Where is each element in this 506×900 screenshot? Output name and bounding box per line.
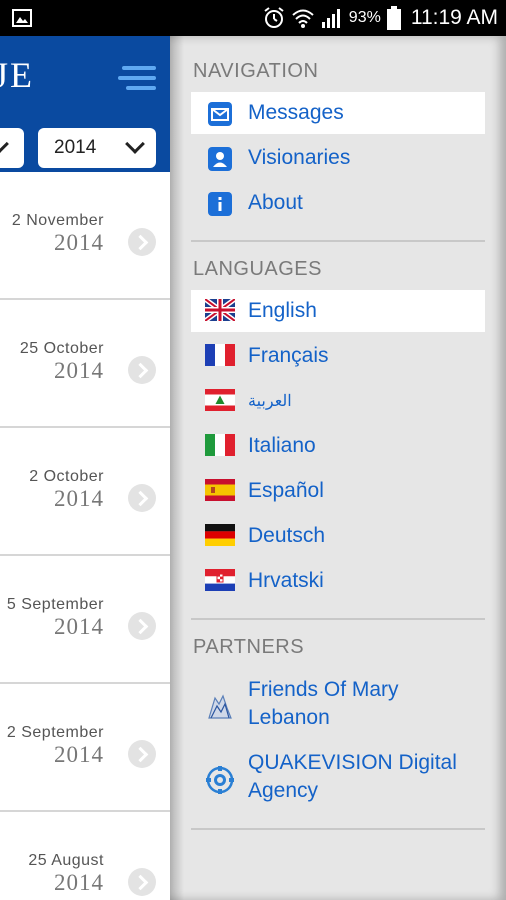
chevron-right-icon[interactable]	[128, 740, 156, 768]
friends-of-mary-logo-icon	[205, 692, 235, 722]
wifi-icon	[292, 9, 314, 28]
signal-icon	[321, 9, 340, 28]
germany-flag-icon	[205, 524, 235, 546]
message-year: 2014	[54, 742, 104, 767]
language-label: Deutsch	[248, 524, 326, 547]
divider	[191, 828, 485, 830]
message-year: 2014	[54, 358, 104, 383]
message-year: 2014	[54, 614, 104, 639]
language-item-german[interactable]: Deutsch	[191, 515, 485, 557]
message-list-item[interactable]: 2 October 2014	[0, 428, 170, 556]
battery-icon	[386, 6, 401, 30]
language-item-english[interactable]: English	[191, 290, 485, 332]
chevron-right-icon[interactable]	[128, 356, 156, 384]
hamburger-menu-icon[interactable]	[118, 66, 156, 92]
clock: 11:19 AM	[410, 6, 498, 29]
message-list-item[interactable]: 25 August 2014	[0, 812, 170, 900]
message-date: 5 September	[6, 596, 104, 613]
partner-quakevision[interactable]: QUAKEVISION Digital Agency	[191, 749, 485, 809]
nav-item-messages[interactable]: Messages	[191, 92, 485, 134]
chevron-down-icon	[0, 134, 9, 154]
france-flag-icon	[205, 344, 235, 366]
app-content: JE 2014 2 November 2014 25 October 2014 …	[0, 36, 170, 900]
message-year: 2014	[54, 486, 104, 511]
message-date: 25 August	[28, 852, 104, 869]
chevron-right-icon[interactable]	[128, 868, 156, 896]
filter-bar: 2014	[0, 120, 170, 172]
app-logo: JE	[0, 55, 34, 95]
message-list-item[interactable]: 2 September 2014	[0, 684, 170, 812]
message-list-item[interactable]: 25 October 2014	[0, 300, 170, 428]
nav-item-label: Messages	[248, 101, 344, 124]
image-icon	[12, 9, 32, 27]
section-title-partners: PARTNERS	[193, 636, 305, 658]
status-icons: 93% 11:19 AM	[263, 0, 498, 36]
spain-flag-icon	[205, 479, 235, 501]
person-icon	[208, 147, 232, 171]
partner-friends-of-mary[interactable]: Friends Of Mary Lebanon	[191, 676, 485, 736]
nav-item-visionaries[interactable]: Visionaries	[191, 137, 485, 179]
partner-label: Friends Of Mary Lebanon	[248, 678, 399, 729]
section-title-navigation: NAVIGATION	[193, 60, 319, 82]
envelope-icon	[208, 102, 232, 126]
quakevision-logo-icon	[206, 766, 234, 794]
app-header: JE	[0, 36, 170, 120]
language-item-french[interactable]: Français	[191, 335, 485, 377]
lebanon-flag-icon	[205, 389, 235, 411]
nav-item-about[interactable]: About	[191, 182, 485, 224]
language-label: العربية	[248, 393, 292, 410]
message-date: 25 October	[19, 340, 104, 357]
status-bar: 93% 11:19 AM	[0, 0, 506, 36]
message-year: 2014	[54, 870, 104, 895]
language-label: English	[248, 299, 317, 322]
message-list-item[interactable]: 5 September 2014	[0, 556, 170, 684]
chevron-right-icon[interactable]	[128, 484, 156, 512]
language-item-spanish[interactable]: Español	[191, 470, 485, 512]
message-list-item[interactable]: 2 November 2014	[0, 172, 170, 300]
message-year: 2014	[54, 230, 104, 255]
language-label: Italiano	[248, 434, 316, 457]
month-select[interactable]	[0, 128, 24, 168]
info-icon	[208, 192, 232, 216]
language-item-croatian[interactable]: Hrvatski	[191, 560, 485, 602]
language-item-arabic[interactable]: العربية	[191, 380, 485, 422]
section-title-languages: LANGUAGES	[193, 258, 322, 280]
chevron-down-icon	[125, 134, 145, 154]
uk-flag-icon	[205, 299, 235, 321]
nav-item-label: About	[248, 191, 303, 214]
chevron-right-icon[interactable]	[128, 612, 156, 640]
divider	[191, 240, 485, 242]
year-select-value: 2014	[54, 137, 97, 158]
divider	[191, 618, 485, 620]
message-date: 2 November	[11, 212, 104, 229]
message-date: 2 October	[29, 468, 104, 485]
partner-label: QUAKEVISION Digital Agency	[248, 751, 457, 802]
navigation-drawer: NAVIGATION Messages Visionaries About LA…	[170, 36, 506, 900]
language-label: Español	[248, 479, 324, 502]
language-label: Français	[248, 344, 329, 367]
battery-percentage: 93%	[348, 9, 381, 26]
message-date: 2 September	[6, 724, 104, 741]
language-item-italian[interactable]: Italiano	[191, 425, 485, 467]
croatia-flag-icon	[205, 569, 235, 591]
year-select[interactable]: 2014	[38, 128, 156, 168]
language-label: Hrvatski	[248, 569, 324, 592]
chevron-right-icon[interactable]	[128, 228, 156, 256]
alarm-icon	[264, 7, 284, 28]
italy-flag-icon	[205, 434, 235, 456]
nav-item-label: Visionaries	[248, 146, 351, 169]
